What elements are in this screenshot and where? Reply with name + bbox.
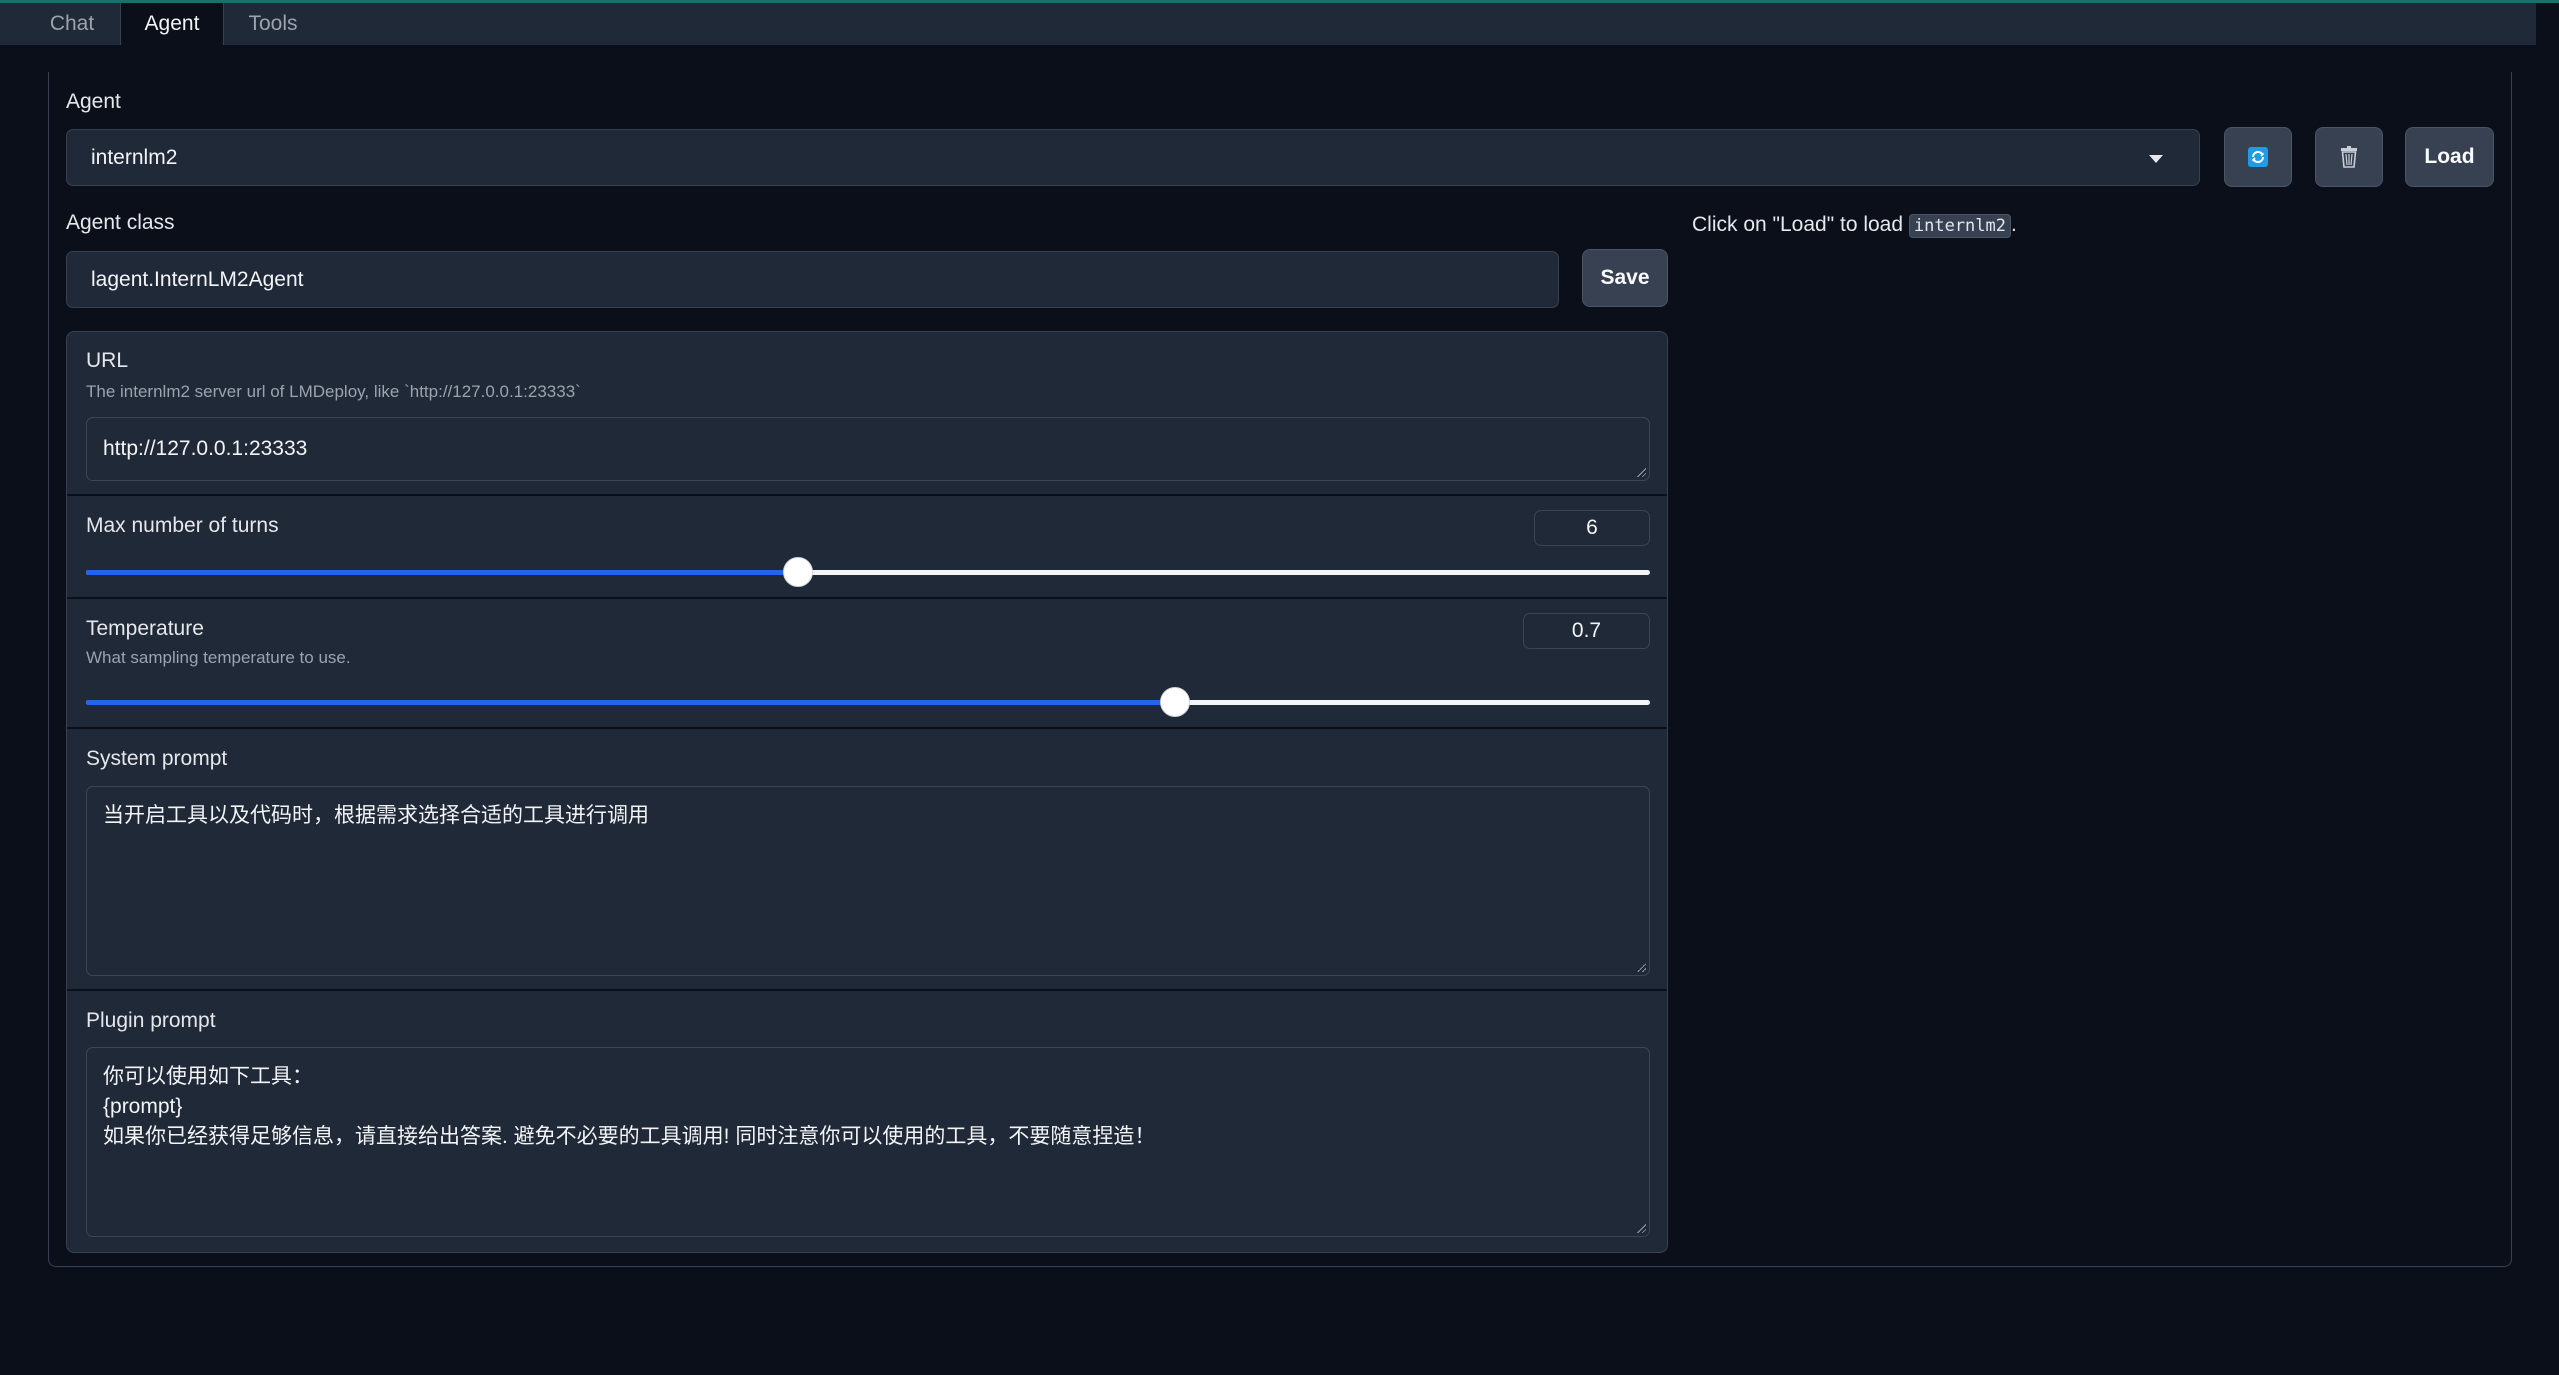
plugin-prompt-textarea[interactable]: 你可以使用如下工具： {prompt} 如果你已经获得足够信息，请直接给出答案.… bbox=[86, 1047, 1650, 1237]
max-turns-slider-fill bbox=[86, 570, 798, 575]
plugin-prompt-value: 你可以使用如下工具： {prompt} 如果你已经获得足够信息，请直接给出答案.… bbox=[103, 1065, 1156, 1148]
block-divider bbox=[67, 989, 1667, 991]
block-divider bbox=[67, 597, 1667, 599]
url-label: URL bbox=[86, 349, 129, 372]
agent-label: Agent bbox=[66, 90, 121, 113]
agent-class-input[interactable]: lagent.InternLM2Agent bbox=[66, 251, 1559, 308]
load-hint-code: internlm2 bbox=[1908, 214, 2011, 238]
load-hint-suffix: . bbox=[2011, 213, 2017, 236]
tab-agent[interactable]: Agent bbox=[120, 3, 224, 45]
url-value: http://127.0.0.1:23333 bbox=[103, 437, 308, 460]
trash-icon bbox=[2341, 146, 2357, 168]
max-turns-slider-thumb[interactable] bbox=[782, 557, 813, 587]
system-prompt-textarea[interactable]: 当开启工具以及代码时，根据需求选择合适的工具进行调用 bbox=[86, 786, 1650, 976]
temperature-info: What sampling temperature to use. bbox=[86, 648, 351, 667]
load-hint-prefix: Click on "Load" to load bbox=[1692, 213, 1909, 236]
system-prompt-value: 当开启工具以及代码时，根据需求选择合适的工具进行调用 bbox=[103, 804, 649, 827]
resize-handle[interactable] bbox=[1636, 467, 1646, 477]
temperature-slider-thumb[interactable] bbox=[1159, 687, 1190, 717]
resize-handle[interactable] bbox=[1636, 1223, 1646, 1233]
save-button[interactable]: Save bbox=[1582, 249, 1668, 307]
max-turns-slider[interactable] bbox=[86, 557, 1650, 587]
chevron-down-icon bbox=[2149, 155, 2163, 163]
agent-class-label: Agent class bbox=[66, 211, 175, 234]
refresh-icon bbox=[2248, 147, 2268, 167]
block-divider bbox=[67, 727, 1667, 729]
url-info: The internlm2 server url of LMDeploy, li… bbox=[86, 382, 581, 401]
max-turns-number-input[interactable]: 6 bbox=[1534, 510, 1650, 546]
tab-chat[interactable]: Chat bbox=[24, 3, 120, 45]
system-prompt-label: System prompt bbox=[86, 747, 228, 770]
temperature-label: Temperature bbox=[86, 617, 204, 640]
agent-class-value: lagent.InternLM2Agent bbox=[91, 267, 304, 291]
max-turns-label: Max number of turns bbox=[86, 514, 279, 537]
delete-button[interactable] bbox=[2315, 127, 2383, 187]
tab-tools[interactable]: Tools bbox=[222, 3, 324, 45]
tab-bar bbox=[0, 3, 2536, 45]
load-hint: Click on "Load" to load internlm2. bbox=[1692, 213, 2017, 238]
temperature-number-input[interactable]: 0.7 bbox=[1523, 613, 1650, 649]
temperature-slider[interactable] bbox=[86, 687, 1650, 717]
temperature-slider-fill bbox=[86, 700, 1175, 705]
plugin-prompt-label: Plugin prompt bbox=[86, 1009, 216, 1032]
agent-dropdown-value: internlm2 bbox=[91, 145, 178, 169]
refresh-button[interactable] bbox=[2224, 127, 2292, 187]
load-button[interactable]: Load bbox=[2405, 127, 2494, 187]
resize-handle[interactable] bbox=[1636, 962, 1646, 972]
agent-dropdown[interactable]: internlm2 bbox=[66, 129, 2200, 186]
url-input[interactable]: http://127.0.0.1:23333 bbox=[86, 417, 1650, 481]
block-divider bbox=[67, 494, 1667, 496]
